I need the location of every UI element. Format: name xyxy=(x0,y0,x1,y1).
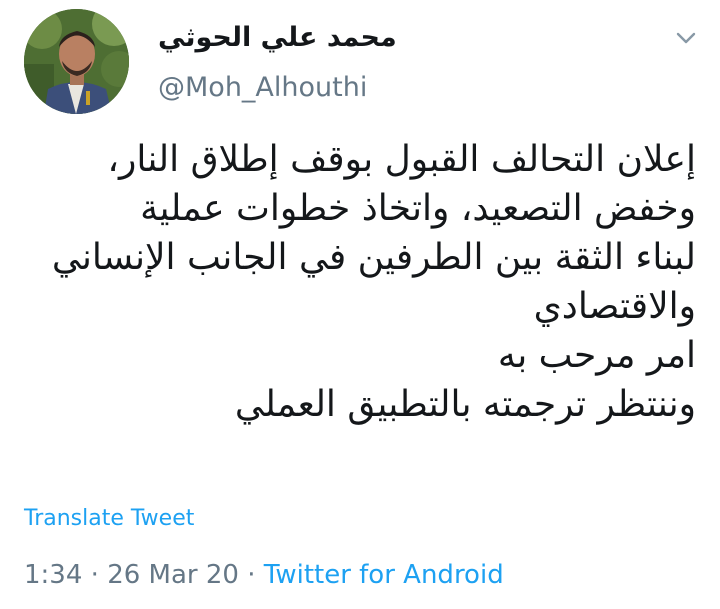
tweet-text: إعلان التحالف القبول بوقف إطلاق النار، و… xyxy=(24,135,696,429)
tweet-text-line: امر مرحب به xyxy=(497,335,696,376)
avatar-image xyxy=(24,9,129,114)
tweet-source-link[interactable]: Twitter for Android xyxy=(264,560,504,590)
author-handle[interactable]: @Moh_Alhouthi xyxy=(158,72,367,103)
tweet-time: 1:34 xyxy=(24,560,83,590)
tweet-text-line: والاقتصادي xyxy=(533,286,696,327)
author-display-name[interactable]: محمد علي الحوثي xyxy=(158,22,397,53)
tweet-text-line: إعلان التحالف القبول بوقف إطلاق النار، xyxy=(107,139,696,180)
tweet-text-line: وخفض التصعيد، واتخاذ خطوات عملية xyxy=(140,188,696,229)
avatar[interactable] xyxy=(24,9,129,114)
tweet-metadata: 1:34 · 26 Mar 20 · Twitter for Android xyxy=(24,560,504,590)
meta-separator: · xyxy=(238,560,264,590)
translate-tweet-link[interactable]: Translate Tweet xyxy=(24,506,194,531)
tweet-text-line: وننتظر ترجمته بالتطبيق العملي xyxy=(234,384,696,425)
tweet-date: 26 Mar 20 xyxy=(107,560,239,590)
chevron-down-icon[interactable] xyxy=(672,24,700,52)
meta-separator: · xyxy=(82,560,108,590)
tweet-text-line: لبناء الثقة بين الطرفين في الجانب الإنسا… xyxy=(51,237,696,278)
